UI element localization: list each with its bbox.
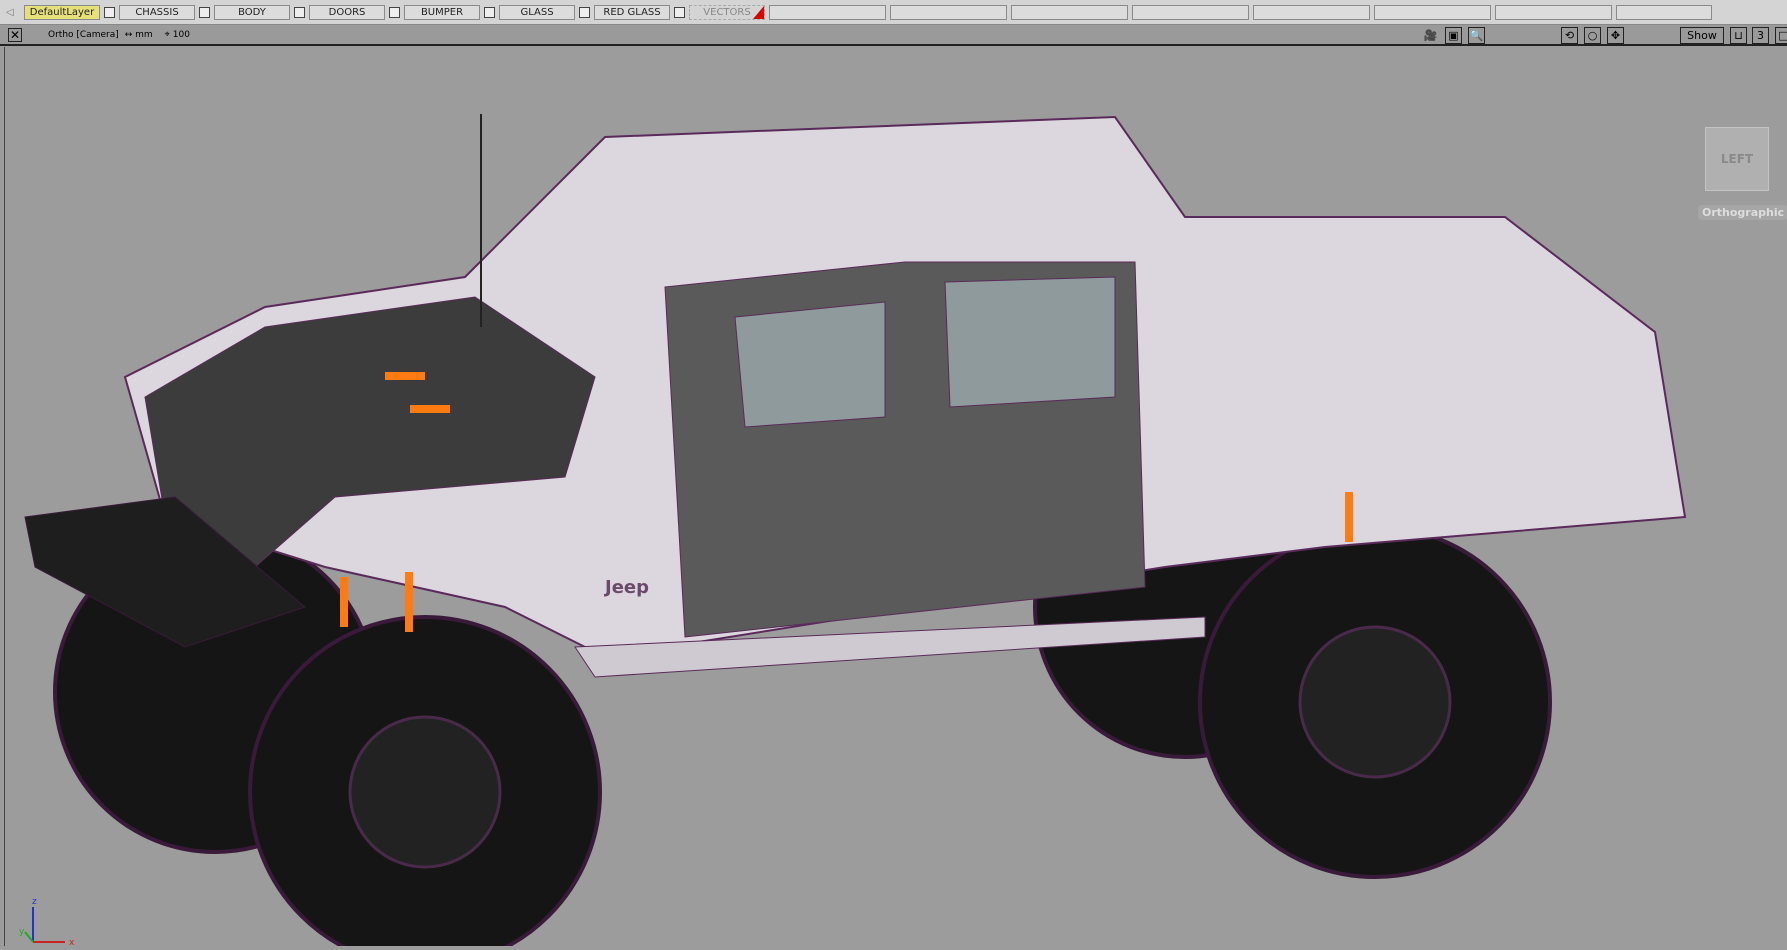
camera-icon[interactable]: 🎥 bbox=[1422, 27, 1439, 44]
jeep-model: Jeep z y x bbox=[19, 114, 1687, 950]
layer-checkbox[interactable] bbox=[674, 6, 685, 18]
layer-vectors-label: VECTORS bbox=[703, 6, 751, 18]
layer-checkbox[interactable] bbox=[389, 6, 400, 18]
camera-label: Ortho [Camera] bbox=[48, 29, 119, 40]
layer-checkbox[interactable] bbox=[199, 6, 210, 18]
zoom-icon[interactable]: 🔍 bbox=[1468, 27, 1485, 44]
ruler-icon[interactable]: ⊔ bbox=[1730, 27, 1747, 44]
empty-layer[interactable] bbox=[1616, 4, 1712, 20]
empty-layer[interactable] bbox=[890, 4, 1007, 20]
layer-vectors[interactable]: VECTORS bbox=[689, 4, 765, 20]
layer-bumper[interactable]: BUMPER bbox=[404, 4, 480, 20]
axis-z-label: z bbox=[32, 897, 37, 907]
units-label: ↔ mm bbox=[124, 29, 153, 40]
close-view-icon[interactable]: ✕ bbox=[8, 27, 22, 42]
grid-icon: ⌖ bbox=[164, 29, 170, 40]
dolly-icon[interactable]: ○ bbox=[1584, 27, 1601, 44]
layer-doors[interactable]: DOORS bbox=[309, 4, 385, 20]
layout-icon[interactable]: □ bbox=[1775, 27, 1787, 44]
layer-checkbox[interactable] bbox=[579, 6, 590, 18]
3d-viewport[interactable]: Jeep z y x LEFT Orthographic bbox=[4, 47, 1787, 950]
show-button[interactable]: Show bbox=[1680, 27, 1724, 44]
viewport-toolbar: ✕ Ortho [Camera] ↔ mm ⌖ 100 🎥 ▣ 🔍 ⟲ ○ ✥ … bbox=[0, 25, 1787, 46]
layer-glass[interactable]: GLASS bbox=[499, 4, 575, 20]
layer-checkbox[interactable] bbox=[104, 6, 115, 18]
layer-chassis[interactable]: CHASSIS bbox=[119, 4, 195, 20]
scroll-left-icon[interactable]: ◁ bbox=[6, 7, 20, 18]
empty-layer[interactable] bbox=[1253, 4, 1370, 20]
empty-layer[interactable] bbox=[1011, 4, 1128, 20]
axis-y-label: y bbox=[19, 927, 25, 937]
view-cube[interactable]: LEFT bbox=[1705, 127, 1769, 191]
empty-layer[interactable] bbox=[1495, 4, 1612, 20]
jeep-logo: Jeep bbox=[603, 577, 649, 598]
tumble-icon[interactable]: ⟲ bbox=[1561, 27, 1578, 44]
camera-view-icon[interactable]: ▣ bbox=[1445, 27, 1462, 44]
layer-body[interactable]: BODY bbox=[214, 4, 290, 20]
layer-checkbox[interactable] bbox=[484, 6, 495, 18]
empty-layer[interactable] bbox=[1132, 4, 1249, 20]
axis-x-label: x bbox=[69, 938, 75, 946]
layer-defaultlayer[interactable]: DefaultLayer bbox=[24, 4, 100, 20]
layer-red-glass[interactable]: RED GLASS bbox=[594, 4, 670, 20]
empty-layer[interactable] bbox=[1374, 4, 1491, 20]
axis-gizmo bbox=[24, 907, 65, 943]
layer-checkbox[interactable] bbox=[294, 6, 305, 18]
grid-size: 100 bbox=[172, 29, 190, 40]
view-count-button[interactable]: 3 bbox=[1752, 27, 1769, 44]
layer-bar: ◁ DefaultLayer CHASSIS BODY DOORS BUMPER… bbox=[0, 0, 1787, 25]
empty-layer[interactable] bbox=[769, 4, 886, 20]
red-flag-icon bbox=[753, 5, 764, 19]
pan-icon[interactable]: ✥ bbox=[1607, 27, 1624, 44]
projection-label[interactable]: Orthographic bbox=[1698, 205, 1787, 220]
